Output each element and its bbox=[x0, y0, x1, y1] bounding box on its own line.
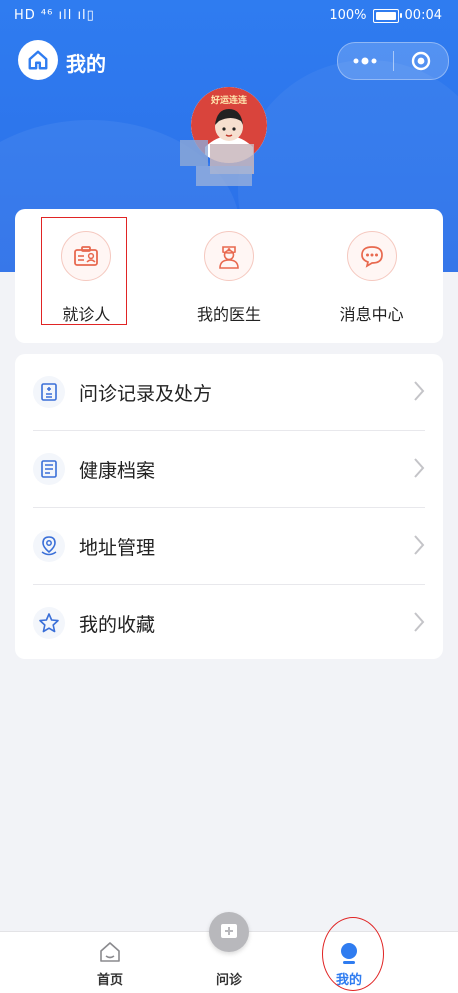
home-button[interactable] bbox=[18, 40, 58, 80]
clock: 00:04 bbox=[404, 8, 442, 23]
target-icon bbox=[411, 51, 430, 71]
user-icon bbox=[341, 943, 357, 964]
more-dots-icon bbox=[353, 57, 377, 65]
consult-button[interactable] bbox=[209, 912, 249, 952]
record-icon bbox=[33, 376, 65, 408]
quick-action-messages[interactable]: 消息中心 bbox=[300, 209, 443, 343]
page-title: 我的 bbox=[66, 52, 106, 76]
menu-item-label: 问诊记录及处方 bbox=[79, 382, 213, 405]
location-icon bbox=[33, 530, 65, 562]
tab-label: 我的 bbox=[335, 973, 362, 988]
user-name-blurred bbox=[180, 140, 280, 190]
tab-home[interactable]: 首页 bbox=[70, 932, 150, 993]
menu-item-favorites[interactable]: 我的收藏 bbox=[33, 584, 425, 661]
quick-action-patients[interactable]: 就诊人 bbox=[15, 209, 158, 343]
status-right: 100% 00:04 bbox=[329, 8, 442, 23]
chevron-right-icon bbox=[414, 381, 425, 401]
more-button[interactable] bbox=[338, 43, 393, 79]
menu-card: 问诊记录及处方 健康档案 地址管理 我的收藏 bbox=[15, 354, 443, 659]
menu-item-label: 健康档案 bbox=[79, 459, 156, 482]
close-miniapp-button[interactable] bbox=[394, 43, 449, 79]
home-outline-icon bbox=[100, 942, 120, 962]
quick-action-label: 消息中心 bbox=[339, 305, 404, 324]
battery-icon bbox=[372, 8, 402, 23]
quick-action-label: 就诊人 bbox=[62, 305, 111, 324]
plus-chat-icon bbox=[221, 924, 237, 938]
menu-item-health-records[interactable]: 健康档案 bbox=[33, 430, 425, 507]
miniapp-capsule bbox=[337, 42, 449, 80]
menu-item-label: 地址管理 bbox=[79, 536, 156, 559]
chevron-right-icon bbox=[414, 612, 425, 632]
battery-percent: 100% bbox=[329, 8, 367, 23]
message-icon bbox=[346, 231, 397, 281]
quick-action-my-doctor[interactable]: 我的医生 bbox=[158, 209, 301, 343]
status-bar: HD ⁴⁶ ıll ıl▯ 100% 00:04 bbox=[0, 0, 458, 32]
tab-mine[interactable]: 我的 bbox=[309, 917, 389, 993]
tab-label: 首页 bbox=[96, 973, 123, 988]
tab-bar: 首页 问诊 我的 bbox=[0, 912, 458, 993]
quick-action-label: 我的医生 bbox=[197, 305, 262, 324]
doctor-icon bbox=[204, 231, 254, 281]
menu-item-consult-records[interactable]: 问诊记录及处方 bbox=[33, 354, 425, 430]
chevron-right-icon bbox=[414, 535, 425, 555]
avatar-badge-text: 好运连连 bbox=[210, 96, 247, 106]
home-icon bbox=[28, 50, 48, 70]
quick-actions-card: 就诊人 我的医生 消息中心 bbox=[15, 209, 443, 343]
menu-item-label: 我的收藏 bbox=[79, 613, 156, 636]
tab-label: 问诊 bbox=[215, 973, 242, 988]
patient-card-icon bbox=[61, 231, 112, 281]
star-icon bbox=[33, 607, 65, 639]
tab-consult[interactable]: 问诊 bbox=[189, 912, 269, 993]
health-file-icon bbox=[33, 453, 65, 485]
signal-indicators: HD ⁴⁶ ıll ıl▯ bbox=[14, 8, 95, 23]
chevron-right-icon bbox=[414, 458, 425, 478]
menu-item-address[interactable]: 地址管理 bbox=[33, 507, 425, 584]
